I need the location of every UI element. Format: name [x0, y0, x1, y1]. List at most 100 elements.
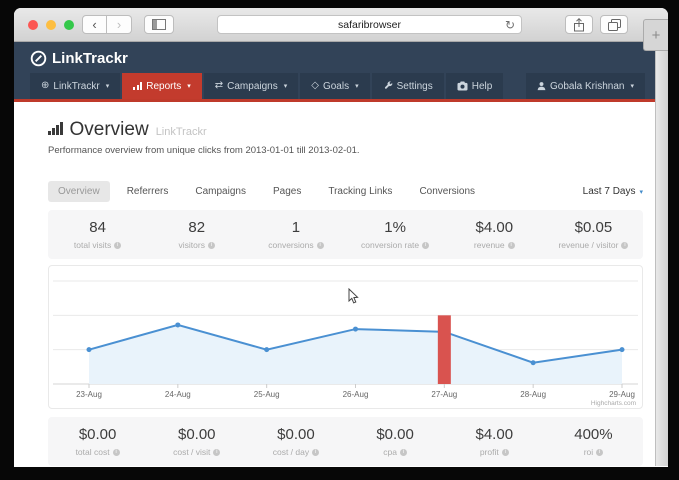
- stat-value: $0.00: [147, 426, 246, 444]
- chart-canvas[interactable]: 23-Aug24-Aug25-Aug26-Aug27-Aug28-Aug29-A…: [49, 266, 642, 408]
- nav-item-goals[interactable]: ◇ Goals ▾: [300, 73, 369, 99]
- app-navbar: LinkTrackr ⊕ LinkTrackr ▾ Reports ▾ ⇄: [14, 42, 655, 102]
- info-icon[interactable]: [208, 242, 215, 249]
- info-icon[interactable]: [422, 242, 429, 249]
- stat-conversions: 1 conversions: [246, 219, 345, 250]
- page-title: Overview: [70, 119, 149, 141]
- nav-item-label: Settings: [397, 81, 433, 92]
- svg-text:29-Aug: 29-Aug: [609, 390, 635, 399]
- info-icon[interactable]: [312, 449, 319, 456]
- svg-text:28-Aug: 28-Aug: [520, 390, 546, 399]
- tab-pages[interactable]: Pages: [263, 181, 311, 202]
- nav-item-campaigns[interactable]: ⇄ Campaigns ▾: [204, 73, 299, 99]
- stat-value: 84: [48, 219, 147, 237]
- address-bar[interactable]: safaribrowser ↻: [217, 15, 522, 34]
- svg-text:26-Aug: 26-Aug: [343, 390, 369, 399]
- stat-label: total cost: [76, 447, 110, 457]
- user-menu[interactable]: Gobala Krishnan ▾: [526, 73, 645, 99]
- nav-item-reports[interactable]: Reports ▾: [122, 73, 202, 99]
- stat-label: visitors: [179, 240, 205, 250]
- maximize-window-button[interactable]: [64, 20, 74, 30]
- tab-campaigns[interactable]: Campaigns: [185, 181, 256, 202]
- stat-value: $4.00: [445, 426, 544, 444]
- stat-value: $0.05: [544, 219, 643, 237]
- visits-chart[interactable]: 23-Aug24-Aug25-Aug26-Aug27-Aug28-Aug29-A…: [48, 265, 643, 409]
- window-edge-gutter: [655, 42, 668, 466]
- tab-overview-button[interactable]: [600, 15, 628, 34]
- forward-button[interactable]: ›: [107, 15, 132, 34]
- shuffle-icon: ⇄: [215, 81, 223, 91]
- stat-value: $0.00: [48, 426, 147, 444]
- back-button[interactable]: ‹: [82, 15, 107, 34]
- svg-text:25-Aug: 25-Aug: [254, 390, 280, 399]
- stat-value: 1: [246, 219, 345, 237]
- minimize-window-button[interactable]: [46, 20, 56, 30]
- stat-value: $0.00: [346, 426, 445, 444]
- stat-label: conversion rate: [361, 240, 419, 250]
- share-button[interactable]: [565, 15, 593, 34]
- new-tab-button[interactable]: +: [643, 19, 668, 51]
- tab-overview[interactable]: Overview: [48, 181, 110, 202]
- toolbar-right: [565, 15, 628, 34]
- stat-value: 1%: [346, 219, 445, 237]
- info-icon[interactable]: [114, 242, 121, 249]
- brand[interactable]: LinkTrackr: [14, 42, 655, 71]
- user-icon: [537, 81, 546, 91]
- info-icon[interactable]: [400, 449, 407, 456]
- nav-item-label: Campaigns: [227, 81, 278, 92]
- nav-item-linktrackr[interactable]: ⊕ LinkTrackr ▾: [30, 73, 120, 99]
- info-icon[interactable]: [317, 242, 324, 249]
- page-subtitle: Performance overview from unique clicks …: [48, 145, 655, 156]
- caret-down-icon: ▾: [284, 82, 288, 90]
- info-icon[interactable]: [508, 242, 515, 249]
- stat-total-cost: $0.00 total cost: [48, 426, 147, 457]
- nav-item-label: Reports: [146, 81, 181, 92]
- nav-item-help[interactable]: Help: [446, 73, 504, 99]
- linktrackr-logo-icon: [30, 50, 47, 67]
- globe-icon: ⊕: [41, 81, 49, 91]
- browser-body: LinkTrackr ⊕ LinkTrackr ▾ Reports ▾ ⇄: [14, 42, 668, 466]
- stat-label: revenue / visitor: [558, 240, 618, 250]
- browser-window: ‹ › safaribrowser ↻: [14, 8, 668, 467]
- stat-label: roi: [584, 447, 593, 457]
- stat-cost-visit: $0.00 cost / visit: [147, 426, 246, 457]
- page-header: Overview LinkTrackr Performance overview…: [14, 102, 655, 156]
- stat-revenue: $4.00 revenue: [445, 219, 544, 250]
- date-range-selector[interactable]: Last 7 Days ▾: [583, 186, 643, 197]
- sidebar-icon: [152, 19, 166, 30]
- tab-referrers[interactable]: Referrers: [117, 181, 179, 202]
- info-icon[interactable]: [621, 242, 628, 249]
- tab-tracking-links[interactable]: Tracking Links: [318, 181, 402, 202]
- stat-roi: 400% roi: [544, 426, 643, 457]
- stat-label: conversions: [268, 240, 313, 250]
- url-text: safaribrowser: [338, 19, 401, 31]
- wrench-icon: [383, 81, 393, 91]
- brand-name: LinkTrackr: [52, 50, 128, 67]
- stats-panel-bottom: $0.00 total cost $0.00 cost / visit $0.0…: [48, 417, 643, 466]
- diamond-icon: ◇: [311, 81, 319, 91]
- stats-panel-top: 84 total visits 82 visitors 1 conversion…: [48, 210, 643, 259]
- stat-value: $4.00: [445, 219, 544, 237]
- close-window-button[interactable]: [28, 20, 38, 30]
- caret-down-icon: ▾: [630, 82, 634, 90]
- nav-item-label: Goals: [323, 81, 349, 92]
- info-icon[interactable]: [596, 449, 603, 456]
- stat-label: total visits: [74, 240, 111, 250]
- info-icon[interactable]: [113, 449, 120, 456]
- reload-icon[interactable]: ↻: [505, 19, 515, 31]
- stat-conversion-rate: 1% conversion rate: [346, 219, 445, 250]
- stat-label: profit: [480, 447, 499, 457]
- info-icon[interactable]: [213, 449, 220, 456]
- history-buttons: ‹ ›: [82, 15, 132, 34]
- stat-profit: $4.00 profit: [445, 426, 544, 457]
- nav-item-settings[interactable]: Settings: [372, 73, 444, 99]
- nav-item-label: LinkTrackr: [53, 81, 99, 92]
- stat-value: 400%: [544, 426, 643, 444]
- svg-text:23-Aug: 23-Aug: [76, 390, 102, 399]
- tab-conversions[interactable]: Conversions: [409, 181, 485, 202]
- share-icon: [573, 18, 585, 32]
- help-icon: [457, 81, 468, 91]
- bar-chart-icon: [133, 82, 142, 90]
- sidebar-toggle-button[interactable]: [144, 15, 174, 34]
- info-icon[interactable]: [502, 449, 509, 456]
